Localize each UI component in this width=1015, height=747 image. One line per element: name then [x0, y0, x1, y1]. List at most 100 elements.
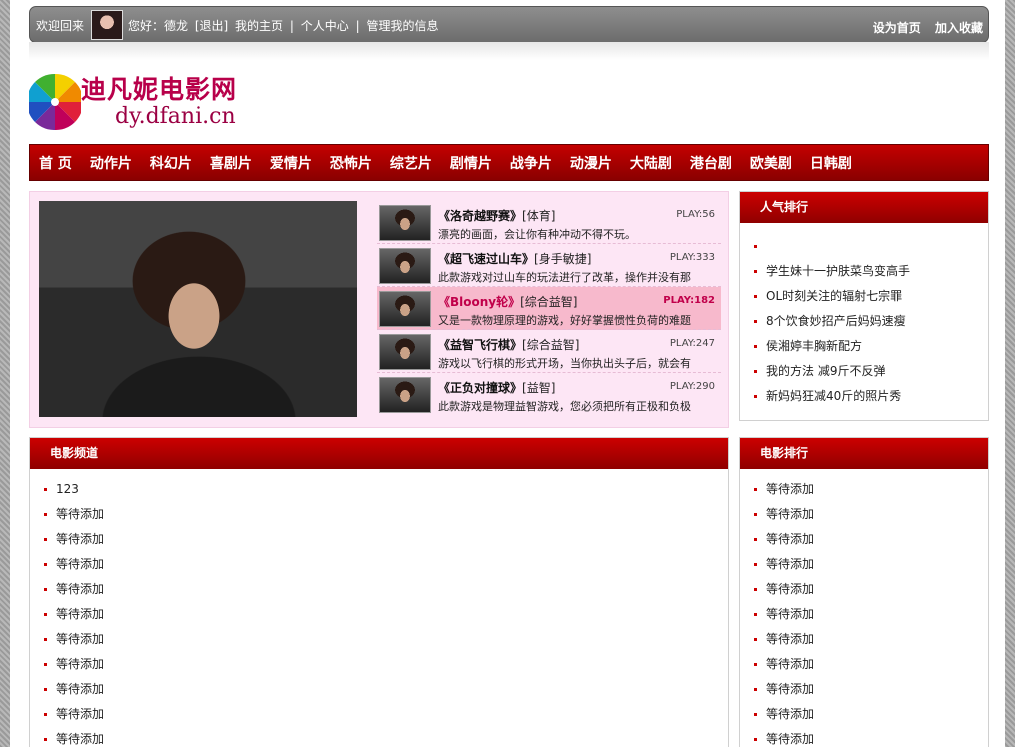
item-tag: [身手敏捷] [534, 252, 592, 266]
nav-item-comedy[interactable]: 喜剧片 [201, 153, 261, 173]
nav-item-drama[interactable]: 剧情片 [441, 153, 501, 173]
item-description: 此款游戏对过山车的玩法进行了改革，操作并没有那 [438, 271, 691, 284]
logo-domain-text: dy.dfani.cn [115, 104, 236, 129]
item-title[interactable]: 《超飞速过山车》 [438, 252, 534, 266]
list-item[interactable]: 等待添加 [30, 502, 728, 527]
item-description: 又是一款物理原理的游戏，好好掌握惯性负荷的难题 [438, 314, 691, 327]
my-home-link[interactable]: 我的主页 [235, 19, 283, 33]
panel-title: 电影排行 [740, 438, 988, 469]
item-thumbnail[interactable] [379, 205, 431, 241]
item-title-line: 《益智飞行棋》[综合益智] [438, 336, 579, 353]
item-thumbnail[interactable] [379, 248, 431, 284]
nav-item-hk-tw[interactable]: 港台剧 [681, 153, 741, 173]
list-item[interactable]: 8个饮食妙招产后妈妈速瘦 [740, 309, 988, 334]
list-item[interactable]: 新妈妈狂减40斤的照片秀 [740, 384, 988, 409]
list-item[interactable]: 等待添加 [740, 527, 988, 552]
list-item[interactable]: 等待添加 [30, 577, 728, 602]
nav-item-scifi[interactable]: 科幻片 [141, 153, 201, 173]
list-item[interactable]: 等待添加 [30, 527, 728, 552]
greeting-text: 您好：德龙 [128, 19, 189, 33]
list-item[interactable]: 等待添加 [30, 727, 728, 747]
user-center-link[interactable]: 个人中心 [301, 19, 349, 33]
list-item[interactable]: 等待添加 [740, 577, 988, 602]
add-favorite-link[interactable]: 加入收藏 [935, 21, 983, 35]
welcome-text: 欢迎回来 [36, 19, 85, 33]
nav-item-western[interactable]: 欧美剧 [741, 153, 801, 173]
featured-image[interactable] [39, 201, 357, 417]
set-homepage-link[interactable]: 设为首页 [873, 21, 921, 35]
item-play-count: PLAY:182 [663, 295, 715, 306]
logout-link[interactable]: [退出] [195, 19, 228, 33]
nav-item-variety[interactable]: 综艺片 [381, 153, 441, 173]
list-item[interactable]: 等待添加 [740, 602, 988, 627]
item-title[interactable]: 《益智飞行棋》 [438, 338, 522, 352]
featured-box: 《洛奇越野赛》[体育] PLAY:56 漂亮的画面，会让你有种冲动不得不玩。 《… [29, 191, 729, 428]
item-play-count: PLAY:290 [669, 381, 715, 392]
nav-item-romance[interactable]: 爱情片 [261, 153, 321, 173]
movie-channel-panel: 电影频道 123 等待添加 等待添加 等待添加 等待添加 等待添加 等待添加 等… [29, 437, 729, 747]
list-item[interactable]: 等待添加 [30, 602, 728, 627]
nav-item-action[interactable]: 动作片 [81, 153, 141, 173]
item-thumbnail[interactable] [379, 291, 431, 327]
item-title-line: 《洛奇越野赛》[体育] [438, 207, 555, 224]
list-item[interactable]: 等待添加 [740, 727, 988, 747]
item-tag: [体育] [522, 209, 556, 223]
nav-item-mainland[interactable]: 大陆剧 [621, 153, 681, 173]
nav-item-horror[interactable]: 恐怖片 [321, 153, 381, 173]
list-item[interactable]: 学生妹十一护肤菜鸟变高手 [740, 259, 988, 284]
channel-list: 123 等待添加 等待添加 等待添加 等待添加 等待添加 等待添加 等待添加 等… [30, 469, 728, 747]
item-title[interactable]: 《正负对撞球》 [438, 381, 522, 395]
list-item[interactable]: 等待添加 [30, 677, 728, 702]
list-item[interactable]: 等待添加 [740, 552, 988, 577]
list-item[interactable]: 我的方法 减9斤不反弹 [740, 359, 988, 384]
list-item[interactable]: 等待添加 [30, 552, 728, 577]
item-play-count: PLAY:247 [669, 338, 715, 349]
logo-brand-text: 迪凡妮电影网 [81, 75, 238, 104]
featured-item[interactable]: 《洛奇越野赛》[体育] PLAY:56 漂亮的画面，会让你有种冲动不得不玩。 [377, 201, 721, 244]
nav-item-jp-kr[interactable]: 日韩剧 [801, 153, 861, 173]
top-bar-actions: 设为首页 加入收藏 [863, 19, 983, 36]
list-item[interactable]: 等待添加 [740, 502, 988, 527]
item-thumbnail[interactable] [379, 377, 431, 413]
user-info: 您好：德龙 [退出] 我的主页 | 个人中心 | 管理我的信息 [128, 17, 442, 34]
popular-list: 学生妹十一护肤菜鸟变高手 OL时刻关注的辐射七宗罪 8个饮食妙招产后妈妈速瘦 侯… [740, 223, 988, 409]
list-item[interactable]: OL时刻关注的辐射七宗罪 [740, 284, 988, 309]
popular-ranking-panel: 人气排行 学生妹十一护肤菜鸟变高手 OL时刻关注的辐射七宗罪 8个饮食妙招产后妈… [739, 191, 989, 421]
top-bar-shadow [29, 42, 989, 60]
nav-item-war[interactable]: 战争片 [501, 153, 561, 173]
main-nav: 首 页 动作片 科幻片 喜剧片 爱情片 恐怖片 综艺片 剧情片 战争片 动漫片 … [29, 144, 989, 181]
movie-ranking-panel: 电影排行 等待添加 等待添加 等待添加 等待添加 等待添加 等待添加 等待添加 … [739, 437, 989, 747]
manage-info-link[interactable]: 管理我的信息 [366, 19, 438, 33]
item-title-line: 《超飞速过山车》[身手敏捷] [438, 250, 591, 267]
nav-item-home[interactable]: 首 页 [30, 153, 81, 173]
item-title[interactable]: 《洛奇越野赛》 [438, 209, 522, 223]
color-wheel-logo-icon [29, 73, 81, 130]
list-item[interactable]: 等待添加 [30, 652, 728, 677]
list-item[interactable]: 等待添加 [740, 652, 988, 677]
featured-item-active[interactable]: 《Bloony轮》[综合益智] PLAY:182 又是一款物理原理的游戏，好好掌… [377, 287, 721, 330]
featured-item[interactable]: 《超飞速过山车》[身手敏捷] PLAY:333 此款游戏对过山车的玩法进行了改革… [377, 244, 721, 287]
item-description: 漂亮的画面，会让你有种冲动不得不玩。 [438, 228, 636, 241]
featured-item[interactable]: 《正负对撞球》[益智] PLAY:290 此款游戏是物理益智游戏，您必须把所有正… [377, 373, 721, 416]
list-item[interactable]: 等待添加 [740, 702, 988, 727]
list-item[interactable]: 123 [30, 477, 728, 502]
separator: | [289, 19, 294, 33]
item-tag: [益智] [522, 381, 556, 395]
user-avatar[interactable] [91, 10, 123, 40]
nav-item-anime[interactable]: 动漫片 [561, 153, 621, 173]
list-item[interactable]: 等待添加 [740, 477, 988, 502]
panel-title: 人气排行 [740, 192, 988, 223]
list-item[interactable]: 等待添加 [740, 677, 988, 702]
item-thumbnail[interactable] [379, 334, 431, 370]
list-item[interactable]: 等待添加 [740, 627, 988, 652]
page: 欢迎回来 您好：德龙 [退出] 我的主页 | 个人中心 | 管理我的信息 设为首… [10, 0, 1005, 747]
item-title-line: 《正负对撞球》[益智] [438, 379, 555, 396]
list-item[interactable]: 等待添加 [30, 627, 728, 652]
ranking-list: 等待添加 等待添加 等待添加 等待添加 等待添加 等待添加 等待添加 等待添加 … [740, 469, 988, 747]
item-title[interactable]: 《Bloony轮》 [438, 295, 520, 309]
list-item[interactable]: 等待添加 [30, 702, 728, 727]
list-item[interactable]: 侯湘婷丰胸新配方 [740, 334, 988, 359]
featured-item[interactable]: 《益智飞行棋》[综合益智] PLAY:247 游戏以飞行棋的形式开场，当你执出头… [377, 330, 721, 373]
site-logo[interactable]: 迪凡妮电影网 dy.dfani.cn [29, 68, 239, 134]
list-item[interactable] [740, 234, 988, 259]
